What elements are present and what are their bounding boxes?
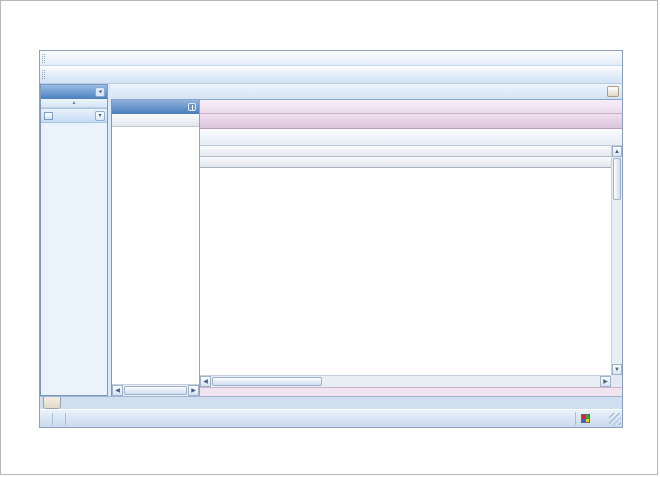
timeline-day-row: [200, 157, 611, 168]
tree-column-header[interactable]: [112, 114, 199, 127]
style-palette-icon: [581, 414, 590, 423]
sidebar-collapse-icon[interactable]: ◂: [95, 87, 105, 97]
scroll-down-icon[interactable]: ▼: [612, 364, 622, 375]
navigation-sidebar: ◂ ▴ ▾: [40, 84, 108, 396]
status-ready-text: [53, 413, 66, 425]
content-area: ◀ ▶ ▲ ▼: [111, 100, 622, 396]
scroll-right-icon[interactable]: ▶: [600, 376, 611, 387]
chevron-down-icon[interactable]: ▾: [95, 111, 105, 121]
scroll-right-icon[interactable]: ▶: [188, 385, 199, 396]
timeline-month-row: [200, 146, 611, 157]
project-folder-panel: ◀ ▶: [112, 100, 200, 396]
gantt-toolbar: [200, 129, 622, 146]
gantt-bottom-strip: [200, 387, 622, 396]
hscroll-thumb[interactable]: [212, 377, 322, 386]
scroll-up-icon[interactable]: ▲: [612, 146, 622, 157]
ui-style-button[interactable]: [575, 412, 601, 425]
hscroll-track: [323, 376, 600, 387]
sidebar-title: ◂: [41, 85, 107, 99]
group-icon: [44, 112, 53, 120]
resize-grip[interactable]: [609, 413, 621, 425]
sidebar-group-partial[interactable]: ▾: [41, 108, 107, 123]
filter-bar: [200, 100, 622, 114]
menu-gripper[interactable]: [42, 54, 45, 63]
scroll-left-icon[interactable]: ◀: [112, 385, 123, 396]
screenshot-canvas: ◂ ▴ ▾: [0, 0, 658, 475]
app-window: ◂ ▴ ▾: [39, 50, 623, 428]
tree-panel-header: [112, 100, 199, 114]
sidebar-collapse-strip[interactable]: ▴: [41, 99, 107, 108]
company-name: [40, 413, 53, 425]
vscroll-thumb[interactable]: [613, 158, 621, 200]
pin-icon[interactable]: [188, 103, 196, 111]
gantt-vscrollbar[interactable]: ▲ ▼: [611, 146, 622, 375]
bottom-tab-strip: [40, 396, 622, 409]
scroll-left-icon[interactable]: ◀: [200, 376, 211, 387]
tree-hscrollbar[interactable]: ◀ ▶: [112, 384, 199, 396]
folder-tree: [112, 127, 199, 384]
scroll-corner: [611, 375, 622, 387]
gantt-chart: [200, 168, 611, 375]
document-tabs: [111, 84, 622, 100]
toolbar-gripper[interactable]: [42, 70, 45, 79]
menu-bar: [40, 51, 622, 66]
gantt-tab-strip: [200, 114, 622, 129]
window-list-icon[interactable]: [607, 86, 619, 97]
gantt-panel: ▲ ▼ ◀ ▶: [200, 100, 622, 396]
main-toolbar: [40, 66, 622, 84]
main-area: ◀ ▶ ▲ ▼: [111, 84, 622, 396]
scroll-thumb[interactable]: [124, 386, 187, 395]
tab-message-management[interactable]: [43, 397, 61, 409]
status-bar: [40, 409, 622, 427]
gantt-hscrollbar[interactable]: ◀ ▶: [200, 375, 611, 387]
